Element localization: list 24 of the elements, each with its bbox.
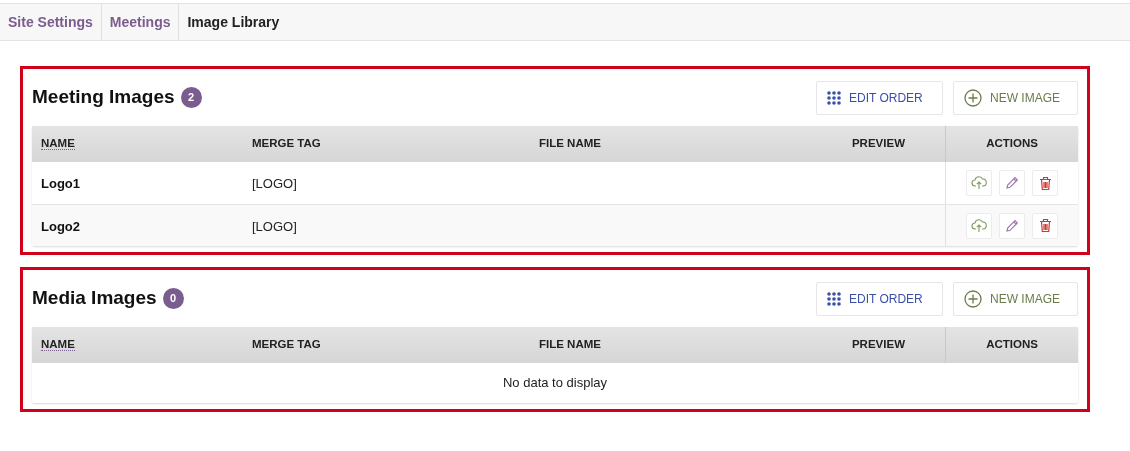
tab[interactable]: Site Settings — [0, 4, 102, 40]
new-image-button[interactable]: NEW IMAGE — [953, 80, 1078, 115]
new-image-button[interactable]: NEW IMAGE — [953, 281, 1078, 316]
column-header: ACTIONS — [986, 136, 1038, 152]
column-header: MERGE TAG — [252, 137, 321, 150]
table-cell: Logo1 — [41, 176, 80, 191]
table-cell: [LOGO] — [252, 218, 297, 234]
section-title: Meeting Images — [32, 85, 175, 110]
column-header: PREVIEW — [851, 137, 905, 150]
section-title: Media Images — [32, 286, 157, 311]
column-header: FILE NAME — [539, 338, 601, 351]
column-header: PREVIEW — [851, 338, 905, 351]
column-header: ACTIONS — [986, 337, 1038, 353]
column-header[interactable]: NAME — [41, 137, 75, 151]
count-badge: 0 — [162, 288, 184, 309]
column-header: FILE NAME — [539, 137, 601, 150]
edit-order-button[interactable]: EDIT ORDER — [816, 281, 943, 316]
table-cell: [LOGO] — [252, 176, 297, 191]
count-badge: 2 — [180, 87, 202, 108]
empty-message: No data to display — [502, 374, 608, 393]
column-header[interactable]: NAME — [41, 338, 75, 352]
table-cell: Logo2 — [41, 218, 80, 234]
edit-order-button[interactable]: EDIT ORDER — [816, 80, 943, 115]
column-header: MERGE TAG — [252, 338, 321, 351]
